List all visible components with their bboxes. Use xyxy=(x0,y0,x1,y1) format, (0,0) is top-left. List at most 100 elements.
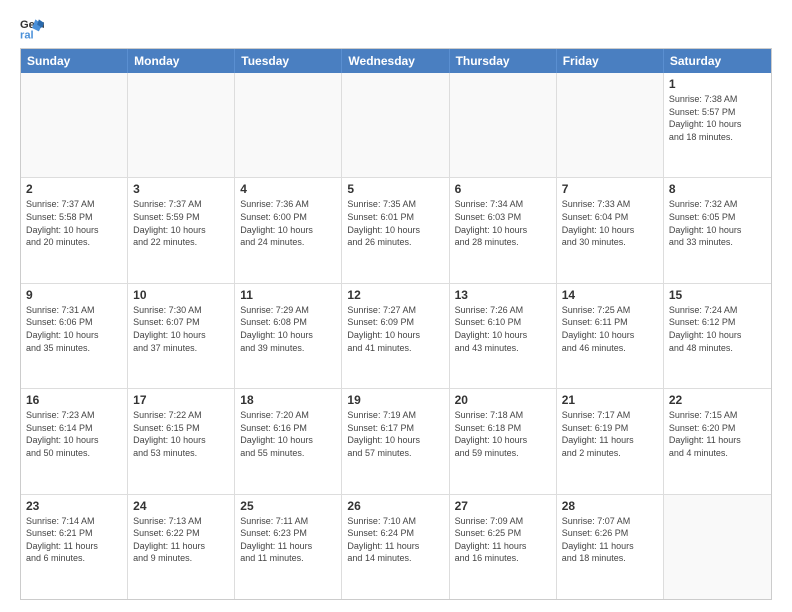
calendar-cell: 4 Sunrise: 7:36 AM Sunset: 6:00 PM Daylig… xyxy=(235,178,342,282)
calendar-cell: 6 Sunrise: 7:34 AM Sunset: 6:03 PM Daylig… xyxy=(450,178,557,282)
calendar-row-1: 1 Sunrise: 7:38 AM Sunset: 5:57 PM Daylig… xyxy=(21,73,771,177)
day-number: 2 xyxy=(26,182,122,196)
day-info: Sunrise: 7:30 AM Sunset: 6:07 PM Dayligh… xyxy=(133,304,229,354)
calendar-cell: 16 Sunrise: 7:23 AM Sunset: 6:14 PM Dayli… xyxy=(21,389,128,493)
calendar-cell: 14 Sunrise: 7:25 AM Sunset: 6:11 PM Dayli… xyxy=(557,284,664,388)
day-number: 28 xyxy=(562,499,658,513)
calendar-cell: 9 Sunrise: 7:31 AM Sunset: 6:06 PM Daylig… xyxy=(21,284,128,388)
calendar-cell: 18 Sunrise: 7:20 AM Sunset: 6:16 PM Dayli… xyxy=(235,389,342,493)
day-info: Sunrise: 7:37 AM Sunset: 5:58 PM Dayligh… xyxy=(26,198,122,248)
day-number: 13 xyxy=(455,288,551,302)
calendar-cell: 8Sunrise: 7:32 AM Sunset: 6:05 PM Daylig… xyxy=(664,178,771,282)
day-info: Sunrise: 7:27 AM Sunset: 6:09 PM Dayligh… xyxy=(347,304,443,354)
day-number: 26 xyxy=(347,499,443,513)
calendar-cell: 23Sunrise: 7:14 AM Sunset: 6:21 PM Dayli… xyxy=(21,495,128,599)
calendar-cell: 26 Sunrise: 7:10 AM Sunset: 6:24 PM Dayli… xyxy=(342,495,449,599)
weekday-header-thursday: Thursday xyxy=(450,49,557,73)
calendar-cell: 2 Sunrise: 7:37 AM Sunset: 5:58 PM Daylig… xyxy=(21,178,128,282)
day-info: Sunrise: 7:11 AM Sunset: 6:23 PM Dayligh… xyxy=(240,515,336,565)
day-number: 4 xyxy=(240,182,336,196)
calendar-cell: 5 Sunrise: 7:35 AM Sunset: 6:01 PM Daylig… xyxy=(342,178,449,282)
day-number: 15 xyxy=(669,288,766,302)
day-info: Sunrise: 7:19 AM Sunset: 6:17 PM Dayligh… xyxy=(347,409,443,459)
day-number: 12 xyxy=(347,288,443,302)
day-info: Sunrise: 7:38 AM Sunset: 5:57 PM Dayligh… xyxy=(669,93,766,143)
weekday-header-saturday: Saturday xyxy=(664,49,771,73)
calendar-cell: 17 Sunrise: 7:22 AM Sunset: 6:15 PM Dayli… xyxy=(128,389,235,493)
day-info: Sunrise: 7:36 AM Sunset: 6:00 PM Dayligh… xyxy=(240,198,336,248)
day-number: 7 xyxy=(562,182,658,196)
day-number: 6 xyxy=(455,182,551,196)
calendar: SundayMondayTuesdayWednesdayThursdayFrid… xyxy=(20,48,772,600)
calendar-cell: 3 Sunrise: 7:37 AM Sunset: 5:59 PM Daylig… xyxy=(128,178,235,282)
calendar-cell: 21Sunrise: 7:17 AM Sunset: 6:19 PM Dayli… xyxy=(557,389,664,493)
day-info: Sunrise: 7:37 AM Sunset: 5:59 PM Dayligh… xyxy=(133,198,229,248)
day-number: 5 xyxy=(347,182,443,196)
day-number: 22 xyxy=(669,393,766,407)
calendar-cell: 7 Sunrise: 7:33 AM Sunset: 6:04 PM Daylig… xyxy=(557,178,664,282)
day-number: 1 xyxy=(669,77,766,91)
weekday-header-tuesday: Tuesday xyxy=(235,49,342,73)
day-number: 20 xyxy=(455,393,551,407)
calendar-cell: 22 Sunrise: 7:15 AM Sunset: 6:20 PM Dayli… xyxy=(664,389,771,493)
calendar-row-2: 2 Sunrise: 7:37 AM Sunset: 5:58 PM Daylig… xyxy=(21,177,771,282)
calendar-cell xyxy=(21,73,128,177)
calendar-row-5: 23Sunrise: 7:14 AM Sunset: 6:21 PM Dayli… xyxy=(21,494,771,599)
day-info: Sunrise: 7:35 AM Sunset: 6:01 PM Dayligh… xyxy=(347,198,443,248)
calendar-cell: 13 Sunrise: 7:26 AM Sunset: 6:10 PM Dayli… xyxy=(450,284,557,388)
calendar-cell xyxy=(450,73,557,177)
day-number: 18 xyxy=(240,393,336,407)
day-number: 3 xyxy=(133,182,229,196)
calendar-cell: 10 Sunrise: 7:30 AM Sunset: 6:07 PM Dayli… xyxy=(128,284,235,388)
calendar-cell: 15 Sunrise: 7:24 AM Sunset: 6:12 PM Dayli… xyxy=(664,284,771,388)
day-number: 27 xyxy=(455,499,551,513)
calendar-cell xyxy=(128,73,235,177)
logo-icon: Gene ral xyxy=(20,16,44,40)
day-number: 9 xyxy=(26,288,122,302)
calendar-cell: 19 Sunrise: 7:19 AM Sunset: 6:17 PM Dayli… xyxy=(342,389,449,493)
weekday-header-monday: Monday xyxy=(128,49,235,73)
day-number: 11 xyxy=(240,288,336,302)
day-number: 8 xyxy=(669,182,766,196)
day-info: Sunrise: 7:13 AM Sunset: 6:22 PM Dayligh… xyxy=(133,515,229,565)
day-info: Sunrise: 7:31 AM Sunset: 6:06 PM Dayligh… xyxy=(26,304,122,354)
day-info: Sunrise: 7:07 AM Sunset: 6:26 PM Dayligh… xyxy=(562,515,658,565)
calendar-body: 1 Sunrise: 7:38 AM Sunset: 5:57 PM Daylig… xyxy=(21,73,771,599)
day-info: Sunrise: 7:15 AM Sunset: 6:20 PM Dayligh… xyxy=(669,409,766,459)
calendar-cell: 24 Sunrise: 7:13 AM Sunset: 6:22 PM Dayli… xyxy=(128,495,235,599)
calendar-cell xyxy=(342,73,449,177)
calendar-row-3: 9 Sunrise: 7:31 AM Sunset: 6:06 PM Daylig… xyxy=(21,283,771,388)
calendar-cell: 20Sunrise: 7:18 AM Sunset: 6:18 PM Dayli… xyxy=(450,389,557,493)
day-number: 14 xyxy=(562,288,658,302)
day-info: Sunrise: 7:34 AM Sunset: 6:03 PM Dayligh… xyxy=(455,198,551,248)
day-info: Sunrise: 7:22 AM Sunset: 6:15 PM Dayligh… xyxy=(133,409,229,459)
day-info: Sunrise: 7:23 AM Sunset: 6:14 PM Dayligh… xyxy=(26,409,122,459)
day-number: 19 xyxy=(347,393,443,407)
calendar-header: SundayMondayTuesdayWednesdayThursdayFrid… xyxy=(21,49,771,73)
header: Gene ral xyxy=(20,16,772,40)
day-info: Sunrise: 7:20 AM Sunset: 6:16 PM Dayligh… xyxy=(240,409,336,459)
day-number: 10 xyxy=(133,288,229,302)
day-info: Sunrise: 7:33 AM Sunset: 6:04 PM Dayligh… xyxy=(562,198,658,248)
weekday-header-sunday: Sunday xyxy=(21,49,128,73)
calendar-cell: 1 Sunrise: 7:38 AM Sunset: 5:57 PM Daylig… xyxy=(664,73,771,177)
day-info: Sunrise: 7:09 AM Sunset: 6:25 PM Dayligh… xyxy=(455,515,551,565)
calendar-cell: 28 Sunrise: 7:07 AM Sunset: 6:26 PM Dayli… xyxy=(557,495,664,599)
calendar-cell xyxy=(664,495,771,599)
calendar-row-4: 16 Sunrise: 7:23 AM Sunset: 6:14 PM Dayli… xyxy=(21,388,771,493)
calendar-cell: 12 Sunrise: 7:27 AM Sunset: 6:09 PM Dayli… xyxy=(342,284,449,388)
weekday-header-wednesday: Wednesday xyxy=(342,49,449,73)
day-number: 16 xyxy=(26,393,122,407)
logo: Gene ral xyxy=(20,16,48,40)
svg-text:ral: ral xyxy=(20,29,34,40)
day-info: Sunrise: 7:26 AM Sunset: 6:10 PM Dayligh… xyxy=(455,304,551,354)
day-info: Sunrise: 7:25 AM Sunset: 6:11 PM Dayligh… xyxy=(562,304,658,354)
day-number: 17 xyxy=(133,393,229,407)
day-info: Sunrise: 7:10 AM Sunset: 6:24 PM Dayligh… xyxy=(347,515,443,565)
calendar-cell: 11Sunrise: 7:29 AM Sunset: 6:08 PM Dayli… xyxy=(235,284,342,388)
day-info: Sunrise: 7:24 AM Sunset: 6:12 PM Dayligh… xyxy=(669,304,766,354)
calendar-cell xyxy=(235,73,342,177)
calendar-cell: 27 Sunrise: 7:09 AM Sunset: 6:25 PM Dayli… xyxy=(450,495,557,599)
day-number: 24 xyxy=(133,499,229,513)
page: Gene ral SundayMondayTuesdayWednesdayThu… xyxy=(0,0,792,612)
